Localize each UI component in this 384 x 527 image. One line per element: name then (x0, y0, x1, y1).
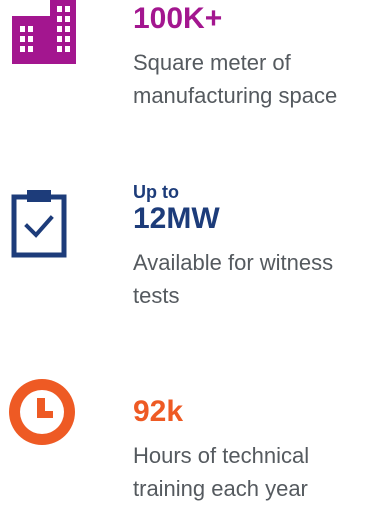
building-icon (12, 0, 76, 69)
stat-value: 92k (133, 395, 184, 428)
stat-description: Available for witness tests (133, 250, 334, 308)
clock-icon (8, 378, 76, 451)
stat-text: 92k Hours of technical training each yea… (133, 395, 384, 505)
stat-value: 100K+ (133, 2, 223, 35)
stat-text: 100K+ Square meter of manufacturing spac… (133, 2, 384, 112)
stat-description: Square meter of manufacturing space (133, 50, 338, 108)
stat-text: Up to 12MW Available for witness tests (133, 182, 384, 312)
stat-description: Hours of technical training each year (133, 443, 310, 501)
stat-prefix: Up to (133, 182, 179, 202)
stat-value: 12MW (133, 202, 220, 235)
clipboard-check-icon (11, 188, 67, 263)
